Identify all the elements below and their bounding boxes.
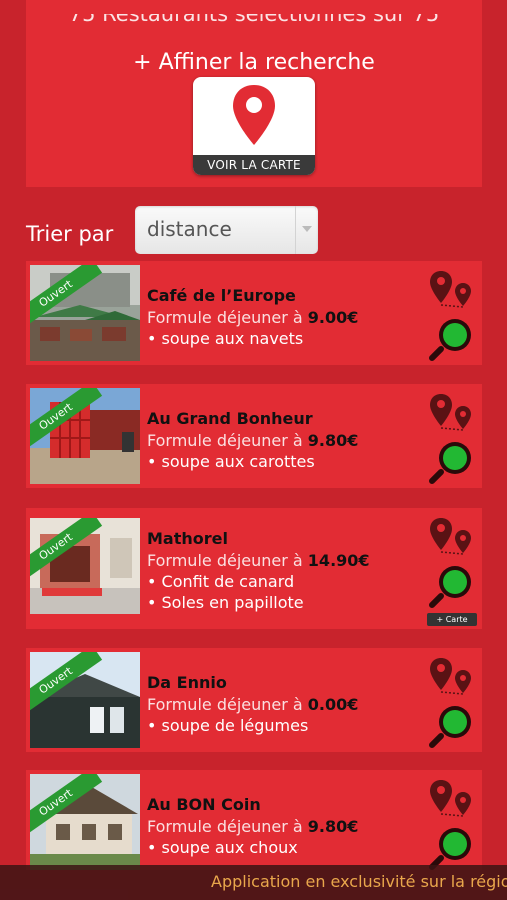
locate-pin-icon[interactable] bbox=[429, 516, 473, 558]
magnifier-icon[interactable] bbox=[429, 562, 475, 608]
magnifier-icon[interactable] bbox=[429, 824, 475, 870]
dish-item: • soupe aux choux bbox=[147, 838, 298, 857]
restaurant-card[interactable]: Ouvert Mathorel Formule déjeuner à 14.90… bbox=[26, 508, 482, 629]
more-menu-button[interactable]: + Carte bbox=[427, 613, 477, 626]
view-map-button[interactable]: VOIR LA CARTE bbox=[193, 77, 315, 175]
search-summary-panel: 75 Restaurants sélectionnés sur 75 + Aff… bbox=[26, 0, 482, 187]
formule-line: Formule déjeuner à 0.00€ bbox=[147, 695, 359, 714]
formule-line: Formule déjeuner à 9.80€ bbox=[147, 817, 359, 836]
formule-price: 0.00€ bbox=[307, 695, 359, 714]
restaurant-name: Au BON Coin bbox=[147, 795, 261, 814]
locate-pin-icon[interactable] bbox=[429, 269, 473, 311]
dish-item: • soupe de légumes bbox=[147, 716, 309, 735]
restaurant-name: Au Grand Bonheur bbox=[147, 409, 313, 428]
map-pin-icon bbox=[233, 85, 275, 145]
magnifier-icon[interactable] bbox=[429, 438, 475, 484]
formule-price: 9.00€ bbox=[307, 308, 359, 327]
restaurant-name: Café de l’Europe bbox=[147, 286, 296, 305]
restaurant-name: Da Ennio bbox=[147, 673, 227, 692]
formule-price: 14.90€ bbox=[307, 551, 370, 570]
formule-price: 9.80€ bbox=[307, 817, 359, 836]
magnifier-icon[interactable] bbox=[429, 702, 475, 748]
restaurant-photo: Ouvert bbox=[30, 518, 140, 614]
restaurant-card[interactable]: Ouvert Da Ennio Formule déjeuner à 0.00€… bbox=[26, 648, 482, 752]
chevron-down-icon bbox=[295, 206, 318, 254]
formule-line: Formule déjeuner à 9.80€ bbox=[147, 431, 359, 450]
view-map-label: VOIR LA CARTE bbox=[193, 155, 315, 175]
dish-item: • Confit de canard bbox=[147, 572, 295, 591]
sort-select[interactable]: distance bbox=[135, 206, 318, 254]
locate-pin-icon[interactable] bbox=[429, 656, 473, 698]
magnifier-icon[interactable] bbox=[429, 315, 475, 361]
locate-pin-icon[interactable] bbox=[429, 778, 473, 820]
dish-item: • soupe aux carottes bbox=[147, 452, 315, 471]
restaurant-photo: Ouvert bbox=[30, 652, 140, 748]
formule-price: 9.80€ bbox=[307, 431, 359, 450]
formule-line: Formule déjeuner à 14.90€ bbox=[147, 551, 370, 570]
restaurant-name: Mathorel bbox=[147, 529, 228, 548]
restaurant-card[interactable]: Ouvert Au Grand Bonheur Formule déjeuner… bbox=[26, 384, 482, 488]
footer-text: Application en exclusivité sur la régio bbox=[211, 872, 507, 891]
restaurant-photo: Ouvert bbox=[30, 265, 140, 361]
sort-label: Trier par bbox=[26, 222, 114, 246]
restaurant-card[interactable]: Ouvert Café de l’Europe Formule déjeuner… bbox=[26, 261, 482, 365]
formule-line: Formule déjeuner à 9.00€ bbox=[147, 308, 359, 327]
results-count: 75 Restaurants sélectionnés sur 75 bbox=[68, 14, 440, 26]
sort-selected-value: distance bbox=[147, 217, 232, 241]
restaurant-card[interactable]: Ouvert Au BON Coin Formule déjeuner à 9.… bbox=[26, 770, 482, 870]
restaurant-photo: Ouvert bbox=[30, 774, 140, 870]
refine-search-link[interactable]: + Affiner la recherche bbox=[26, 50, 482, 75]
locate-pin-icon[interactable] bbox=[429, 392, 473, 434]
dish-item: • soupe aux navets bbox=[147, 329, 304, 348]
footer-banner: Application en exclusivité sur la régio bbox=[0, 865, 507, 900]
restaurant-photo: Ouvert bbox=[30, 388, 140, 484]
dish-item: • Soles en papillote bbox=[147, 593, 304, 612]
